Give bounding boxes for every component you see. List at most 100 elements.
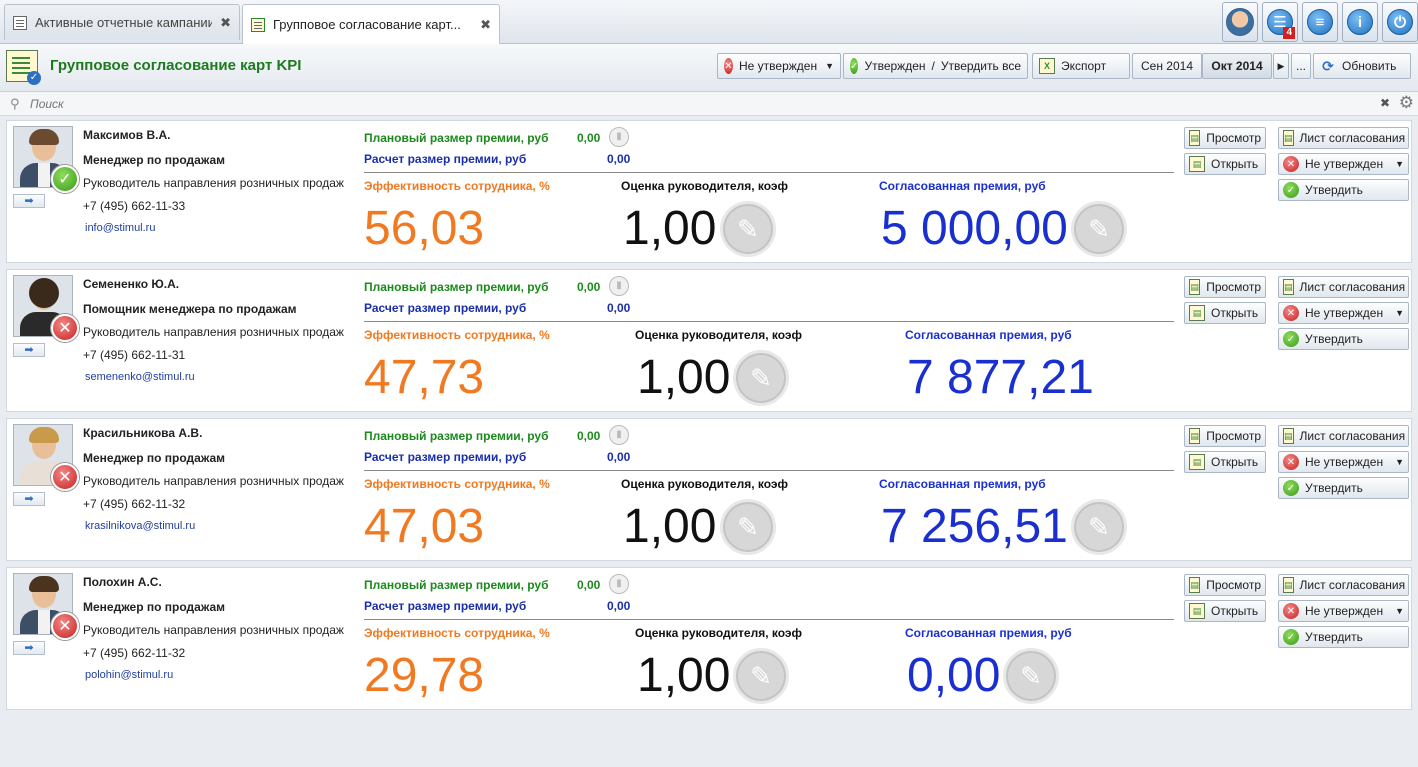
kpi-card-icon [251,17,265,32]
view-button[interactable]: ▤ Просмотр [1184,425,1266,447]
approval-sheet-button[interactable]: ▤ Лист согласования [1278,425,1409,447]
user-avatar-icon [1226,8,1254,36]
reports-button[interactable]: ≡ [1302,2,1338,42]
open-button[interactable]: ▤ Открыть [1184,302,1266,324]
month-prev-button[interactable]: Сен 2014 [1132,53,1202,79]
approve-button[interactable]: ✓ Утвердить [1278,328,1409,350]
page-header: Групповое согласование карт KPI ✕ Не утв… [0,44,1418,92]
edit-pencil-icon[interactable]: ✎ [733,350,789,406]
chevron-down-icon: ▼ [1395,159,1404,169]
view-button[interactable]: ▤ Просмотр [1184,276,1266,298]
tab-bar: Активные отчетные кампании ✖ Групповое с… [0,0,1418,44]
top-toolbar: ☰ 4 ≡ i ⏻ [1218,0,1418,44]
chart-icon[interactable]: ▮ [609,276,629,296]
status-label: Не утвержден [1305,157,1384,171]
check-icon: ✓ [1283,331,1299,347]
status-dropdown[interactable]: ✕ Не утвержден ▼ [1278,600,1409,622]
approval-sheet-button[interactable]: ▤ Лист согласования [1278,574,1409,596]
open-doc-icon: ▤ [1189,454,1205,470]
open-doc-icon: ▤ [1189,603,1205,619]
status-dropdown[interactable]: ✕ Не утвержден ▼ [1278,153,1409,175]
efficiency-label: Эффективность сотрудника, % [364,179,550,193]
month-next-button[interactable]: ▶ [1273,53,1289,79]
approve-button[interactable]: ✓ Утвердить [1278,179,1409,201]
approve-button[interactable]: ✓ Утвердить [1278,626,1409,648]
view-button[interactable]: ▤ Просмотр [1184,127,1266,149]
check-icon: ✓ [1283,182,1299,198]
open-button[interactable]: ▤ Открыть [1184,153,1266,175]
agreed-bonus-label: Согласованная премия, руб [879,477,1046,491]
employee-email-link[interactable]: semenenko@stimul.ru [85,371,195,383]
approved-approve-all-button[interactable]: ✓ Утвержден / Утвердить все [843,53,1028,79]
approval-sheet-button[interactable]: ▤ Лист согласования [1278,276,1409,298]
open-doc-icon: ▤ [1189,305,1205,321]
employee-email-link[interactable]: info@stimul.ru [85,222,155,234]
view-doc-icon: ▤ [1189,577,1201,593]
edit-pencil-icon[interactable]: ✎ [720,201,776,257]
more-button[interactable]: ... [1291,53,1311,79]
employee-name: Семененко Ю.А. [83,277,180,291]
divider [364,172,1174,173]
status-label: Не утвержден [1305,604,1384,618]
cross-icon: ✕ [1283,454,1299,470]
edit-pencil-icon[interactable]: ✎ [720,499,776,555]
refresh-button[interactable]: ⟳ Обновить [1313,53,1411,79]
close-icon[interactable]: ✖ [480,17,491,33]
tab-label: Активные отчетные кампании [35,15,213,30]
approve-button[interactable]: ✓ Утвердить [1278,477,1409,499]
employee-name: Полохин А.С. [83,575,162,589]
chart-icon[interactable]: ▮ [609,127,629,147]
power-button[interactable]: ⏻ [1382,2,1418,42]
tab-group-approval[interactable]: Групповое согласование карт... ✖ [242,4,500,44]
info-button[interactable]: i [1342,2,1378,42]
details-arrow-button[interactable]: ➡ [13,343,45,357]
month-current-button[interactable]: Окт 2014 [1202,53,1272,79]
chart-icon[interactable]: ▮ [609,574,629,594]
chevron-down-icon: ▼ [1395,457,1404,467]
view-label: Просмотр [1206,578,1261,592]
divider [364,619,1174,620]
clear-search-icon[interactable]: ✖ [1380,96,1390,110]
view-doc-icon: ▤ [1189,428,1201,444]
employee-department: Руководитель направления розничных прода… [83,623,344,637]
employee-email-link[interactable]: polohin@stimul.ru [85,669,173,681]
approve-label: Утвердить [1305,481,1363,495]
details-arrow-button[interactable]: ➡ [13,194,45,208]
manager-score-value: 1,00 [637,649,731,702]
approval-sheet-button[interactable]: ▤ Лист согласования [1278,127,1409,149]
tasks-button[interactable]: ☰ 4 [1262,2,1298,42]
edit-pencil-icon[interactable]: ✎ [1071,499,1127,555]
calc-bonus-label: Расчет размер премии, руб [364,301,527,315]
close-icon[interactable]: ✖ [220,15,231,31]
export-button[interactable]: X Экспорт [1032,53,1130,79]
search-input[interactable] [30,94,1330,114]
employee-email-link[interactable]: krasilnikova@stimul.ru [85,520,195,532]
chevron-down-icon: ▼ [1395,308,1404,318]
chart-icon[interactable]: ▮ [609,425,629,445]
employee-card: ✕ ➡ Красильникова А.В. Менеджер по прода… [6,418,1412,561]
open-button[interactable]: ▤ Открыть [1184,600,1266,622]
tab-active-campaigns[interactable]: Активные отчетные кампании ✖ [4,4,240,40]
agreed-bonus-value: 7 877,21 [907,351,1094,404]
view-label: Просмотр [1206,280,1261,294]
sheet-icon: ▤ [1283,428,1294,444]
details-arrow-button[interactable]: ➡ [13,641,45,655]
details-arrow-button[interactable]: ➡ [13,492,45,506]
employee-card: ✕ ➡ Семененко Ю.А. Помощник менеджера по… [6,269,1412,412]
open-button[interactable]: ▤ Открыть [1184,451,1266,473]
approved-label: Утвержден [864,59,926,73]
edit-pencil-icon[interactable]: ✎ [1071,201,1127,257]
chevron-down-icon: ▼ [1395,606,1404,616]
edit-pencil-icon[interactable]: ✎ [733,648,789,704]
open-label: Открыть [1211,455,1259,469]
view-button[interactable]: ▤ Просмотр [1184,574,1266,596]
calc-bonus-label: Расчет размер премии, руб [364,599,527,613]
status-filter-dropdown[interactable]: ✕ Не утвержден ▼ [717,53,841,79]
gear-icon[interactable]: ⚙ [1399,93,1414,113]
status-dropdown[interactable]: ✕ Не утвержден ▼ [1278,302,1409,324]
sheet-label: Лист согласования [1299,131,1406,145]
edit-pencil-icon[interactable]: ✎ [1003,648,1059,704]
status-dropdown[interactable]: ✕ Не утвержден ▼ [1278,451,1409,473]
user-profile-button[interactable] [1222,2,1258,42]
efficiency-label: Эффективность сотрудника, % [364,477,550,491]
